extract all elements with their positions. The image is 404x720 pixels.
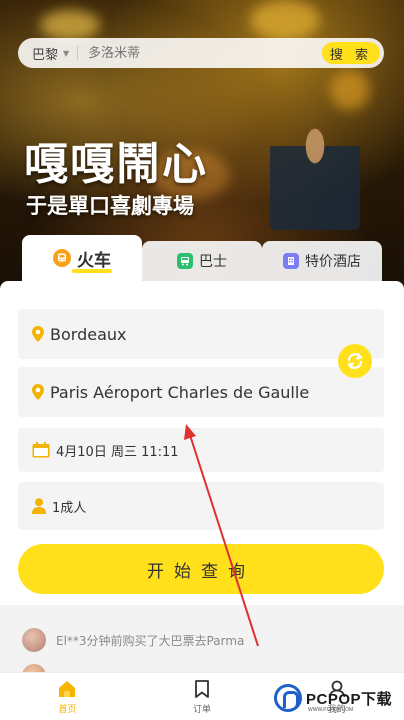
watermark-url: WWW.PCPOP.COM	[308, 707, 354, 713]
pcpop-logo-icon	[274, 684, 302, 712]
arrival-value: Paris Aéroport Charles de Gaulle	[50, 382, 310, 402]
tab-bus[interactable]: 巴士	[142, 241, 262, 281]
banner-light-decoration	[330, 70, 370, 110]
arrival-field[interactable]: Paris Aéroport Charles de Gaulle	[18, 367, 384, 417]
nav-label: 订单	[193, 705, 212, 715]
recent-purchases-ticker: El**3分钟前购买了大巴票去Parma	[0, 618, 404, 688]
city-selector[interactable]: 巴黎 ▼	[18, 38, 77, 68]
chevron-down-icon: ▼	[63, 48, 70, 58]
search-input[interactable]	[78, 38, 322, 68]
watermark-logo: PCPOP下载 WWW.PCPOP.COM	[274, 680, 402, 716]
home-icon	[59, 681, 76, 697]
departure-value: Bordeaux	[50, 324, 127, 344]
nav-orders[interactable]: 订单	[135, 673, 270, 720]
tab-label: 火车	[77, 250, 111, 271]
banner-title: 嘎嘎鬧心	[24, 139, 208, 190]
ticker-item: El**3分钟前购买了大巴票去Parma	[22, 628, 244, 652]
banner-photo-person	[270, 110, 360, 230]
calendar-icon	[32, 442, 50, 458]
tab-label: 特价酒店	[305, 254, 361, 270]
bus-icon	[177, 253, 193, 269]
passenger-field[interactable]: 1成人	[18, 482, 384, 530]
passenger-value: 1成人	[52, 500, 87, 516]
avatar	[22, 628, 46, 652]
banner-subtitle: 于是單口喜劇專場	[26, 193, 194, 218]
search-button[interactable]: 搜 索	[322, 42, 380, 64]
date-value: 4月10日 周三 11:11	[56, 444, 179, 460]
tab-hotel[interactable]: 特价酒店	[262, 241, 382, 281]
bookmark-icon	[195, 680, 209, 698]
nav-home[interactable]: 首页	[0, 673, 135, 720]
city-label: 巴黎	[32, 47, 59, 63]
tab-label: 巴士	[199, 254, 227, 270]
watermark-text: PCPOP下载	[306, 690, 393, 708]
date-field[interactable]: 4月10日 周三 11:11	[18, 428, 384, 472]
train-icon	[53, 249, 71, 267]
person-icon	[32, 498, 46, 514]
search-bar: 巴黎 ▼ 搜 索	[18, 38, 384, 68]
banner-light-decoration	[250, 0, 320, 40]
location-pin-icon	[32, 326, 44, 342]
banner-light-decoration	[40, 10, 100, 40]
transport-tabs: 火车 巴士 特价酒店	[22, 235, 382, 281]
hotel-icon	[283, 253, 299, 269]
start-search-button[interactable]: 开始查询	[18, 544, 384, 594]
swap-icon	[347, 352, 363, 370]
departure-field[interactable]: Bordeaux	[18, 309, 384, 359]
swap-stations-button[interactable]	[338, 344, 372, 378]
nav-label: 首页	[58, 705, 77, 715]
location-pin-icon	[32, 384, 44, 400]
tab-train[interactable]: 火车	[22, 235, 142, 281]
ticker-message: El**3分钟前购买了大巴票去Parma	[56, 633, 245, 648]
